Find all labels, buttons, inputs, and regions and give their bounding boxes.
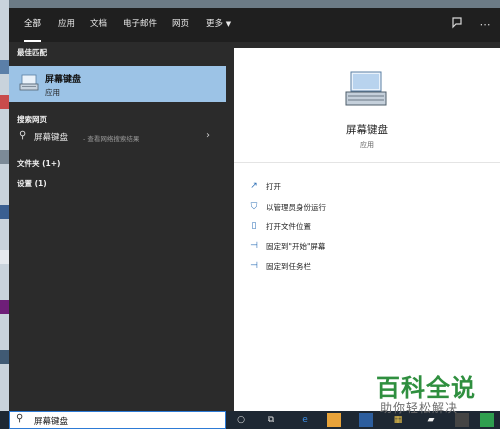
settings-heading[interactable]: 设置 (1) bbox=[17, 178, 47, 189]
action-label: 以管理员身份运行 bbox=[266, 203, 326, 212]
divider bbox=[234, 162, 500, 163]
desktop-icon[interactable] bbox=[0, 205, 9, 219]
open-icon: ↗ bbox=[250, 181, 258, 191]
web-search-heading: 搜索网页 bbox=[17, 115, 47, 124]
on-screen-keyboard-icon bbox=[19, 74, 39, 92]
tab-more[interactable]: 更多 ▼ bbox=[206, 8, 231, 42]
action-label: 固定到"开始"屏幕 bbox=[266, 242, 326, 251]
search-tabs-bar: 全部 应用 文档 电子邮件 网页 更多 ▼ ⋯ bbox=[9, 8, 500, 42]
edge-browser-icon[interactable]: e bbox=[298, 413, 312, 427]
taskbar-app-icon[interactable] bbox=[327, 413, 341, 427]
chevron-down-icon: ▼ bbox=[225, 20, 232, 28]
detail-pane: 屏幕键盘 应用 ↗ 打开 ⛉ 以管理员身份运行 ▯ 打开文件位置 ⊣ 固定到"开… bbox=[234, 48, 500, 411]
desktop-icon[interactable] bbox=[0, 95, 9, 109]
tab-email[interactable]: 电子邮件 bbox=[123, 8, 157, 42]
action-label: 固定到任务栏 bbox=[266, 262, 311, 271]
pin-icon: ⊣ bbox=[250, 261, 258, 271]
desktop-background bbox=[0, 0, 500, 8]
desktop-icon[interactable] bbox=[0, 300, 9, 314]
file-location-icon: ▯ bbox=[251, 221, 257, 231]
tab-web[interactable]: 网页 bbox=[172, 8, 189, 42]
tab-apps[interactable]: 应用 bbox=[58, 8, 75, 42]
detail-subtitle: 应用 bbox=[360, 141, 374, 149]
web-query: 屏幕键盘 bbox=[34, 133, 69, 143]
search-panel: 全部 应用 文档 电子邮件 网页 更多 ▼ ⋯ 最佳匹配 屏幕键盘 应用 搜索网… bbox=[9, 8, 500, 411]
watermark-title: 百科全说 bbox=[376, 374, 476, 402]
results-list: 最佳匹配 屏幕键盘 应用 搜索网页 ⚲ 屏幕键盘 - 查看网络搜索结果 › 文件… bbox=[9, 42, 226, 411]
taskbar-app-icon[interactable] bbox=[480, 413, 494, 427]
chevron-right-icon[interactable]: › bbox=[206, 130, 210, 141]
admin-shield-icon: ⛉ bbox=[250, 202, 258, 212]
best-match-result[interactable]: 屏幕键盘 应用 bbox=[9, 66, 226, 102]
search-input[interactable] bbox=[34, 414, 214, 427]
result-subtitle: 应用 bbox=[45, 88, 60, 97]
search-icon: ⚲ bbox=[16, 413, 24, 424]
best-match-heading: 最佳匹配 bbox=[17, 48, 47, 57]
task-view-icon[interactable]: ⧉ bbox=[264, 413, 278, 427]
desktop-icon[interactable] bbox=[0, 150, 9, 164]
result-title: 屏幕键盘 bbox=[45, 75, 82, 85]
desktop-icons-strip bbox=[0, 0, 9, 411]
watermark-subtitle: 助你轻松解决 bbox=[380, 401, 459, 415]
desktop-icon[interactable] bbox=[0, 350, 9, 364]
action-label: 打开 bbox=[266, 182, 281, 191]
search-icon: ⚲ bbox=[19, 130, 27, 141]
cortana-icon[interactable]: ○ bbox=[234, 413, 248, 427]
tab-all[interactable]: 全部 bbox=[24, 8, 42, 42]
web-search-result[interactable]: ⚲ 屏幕键盘 - 查看网络搜索结果 › bbox=[9, 128, 226, 146]
pin-icon: ⊣ bbox=[250, 241, 258, 251]
desktop-icon[interactable] bbox=[0, 60, 9, 74]
detail-title: 屏幕键盘 bbox=[346, 124, 388, 136]
more-options-icon[interactable]: ⋯ bbox=[477, 17, 493, 33]
taskbar-search-box[interactable]: ⚲ bbox=[9, 411, 226, 429]
tab-documents[interactable]: 文档 bbox=[90, 8, 107, 42]
on-screen-keyboard-icon bbox=[344, 70, 388, 108]
folders-heading[interactable]: 文件夹 (1+) bbox=[17, 158, 60, 169]
desktop-icon[interactable] bbox=[0, 250, 9, 264]
tab-more-label: 更多 bbox=[206, 19, 224, 29]
web-hint: - 查看网络搜索结果 bbox=[83, 135, 140, 143]
action-label: 打开文件位置 bbox=[266, 222, 311, 231]
feedback-icon[interactable] bbox=[449, 17, 465, 33]
taskbar-app-icon[interactable] bbox=[359, 413, 373, 427]
